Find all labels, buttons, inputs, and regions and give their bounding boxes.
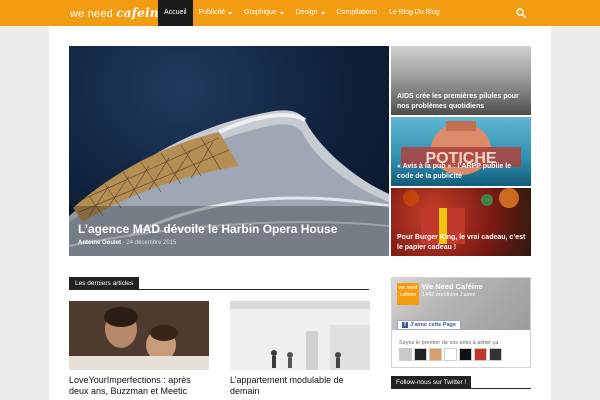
- nav-item-design[interactable]: Design: [290, 0, 331, 26]
- facebook-page-widget: we need cafeine We Need Caféine 1442 men…: [391, 277, 531, 368]
- top-navigation-bar: we need cafeine Accueil Publicité Graphi…: [0, 0, 600, 26]
- article-thumbnail[interactable]: [230, 301, 370, 370]
- hero-date: 24 décembre 2015: [126, 240, 177, 246]
- hero-title[interactable]: L’agence MAD dévoile le Harbin Opera Hou…: [78, 222, 337, 236]
- nav-item-le-blog-du-blog[interactable]: Le Blog Du Blog: [383, 0, 446, 26]
- side-article-tile[interactable]: POTICHE « Avis à la pub » : l’ARPP publi…: [391, 117, 531, 186]
- fan-avatar[interactable]: [444, 348, 457, 361]
- nav-item-label: Le Blog Du Blog: [389, 9, 440, 16]
- meta-separator: -: [122, 240, 125, 246]
- tile-title[interactable]: AIDS crée les premières pilules pour nos…: [397, 92, 527, 112]
- fan-avatar[interactable]: [474, 348, 487, 361]
- featured-article-hero[interactable]: L’agence MAD dévoile le Harbin Opera Hou…: [69, 46, 389, 256]
- twitter-widget-header: Follow-nous sur Twitter !: [391, 376, 531, 389]
- facebook-page-logo[interactable]: we need cafeine: [397, 283, 419, 305]
- nav-item-label: Graphique: [244, 9, 277, 16]
- nav-item-label: Design: [295, 9, 318, 16]
- facebook-fan-avatars: [399, 348, 502, 361]
- site-logo[interactable]: we need cafeine: [70, 6, 166, 20]
- couple-photo: [69, 301, 209, 370]
- facebook-page-name[interactable]: We Need Caféine: [422, 282, 483, 291]
- facebook-like-label: J'aime cette Page: [410, 321, 456, 328]
- facebook-icon: f: [402, 322, 408, 328]
- twitter-section-label: Follow-nous sur Twitter !: [391, 376, 472, 389]
- nav-item-compilations[interactable]: Compilations: [331, 0, 383, 26]
- search-icon[interactable]: [516, 8, 526, 18]
- tile-title[interactable]: « Avis à la pub » : l’ARPP publie le cod…: [397, 162, 527, 182]
- facebook-like-button[interactable]: f J'aime cette Page: [397, 320, 461, 330]
- nav-item-graphique[interactable]: Graphique: [238, 0, 290, 26]
- chevron-down-icon: [228, 11, 233, 15]
- nav-item-label: Accueil: [164, 9, 187, 16]
- article-title[interactable]: LoveYourImperfections : après deux ans, …: [69, 375, 209, 397]
- nav-item-accueil[interactable]: Accueil: [158, 0, 193, 26]
- side-article-tile[interactable]: AIDS crée les premières pilules pour nos…: [391, 46, 531, 115]
- apartment-photo: [230, 301, 370, 370]
- tile-title[interactable]: Pour Burger King, le vrai cadeau, c’est …: [397, 233, 527, 253]
- section-label: Les derniers articles: [69, 277, 140, 290]
- nav-item-label: Publicité: [198, 9, 226, 16]
- article-thumbnail[interactable]: [69, 301, 209, 370]
- fan-avatar[interactable]: [399, 348, 412, 361]
- latest-articles-header: Les derniers articles: [69, 277, 369, 290]
- nav-item-publicite[interactable]: Publicité: [193, 0, 238, 26]
- chevron-down-icon: [320, 11, 325, 15]
- nav-item-label: Compilations: [336, 9, 378, 16]
- facebook-friends-text: Soyez le premier de vos amis à aimer ça.: [399, 340, 500, 346]
- hero-meta: Antoine Goulet - 24 décembre 2015: [78, 240, 176, 246]
- article-title[interactable]: L’appartement modulable de demain: [230, 375, 370, 397]
- side-article-tile[interactable]: Pour Burger King, le vrai cadeau, c’est …: [391, 188, 531, 256]
- main-nav: Accueil Publicité Graphique Design Compi…: [158, 0, 446, 26]
- chevron-down-icon: [279, 11, 284, 15]
- logo-light-text: we need: [70, 8, 113, 20]
- fan-avatar[interactable]: [459, 348, 472, 361]
- fan-avatar[interactable]: [429, 348, 442, 361]
- fan-avatar[interactable]: [414, 348, 427, 361]
- facebook-cover: we need cafeine We Need Caféine 1442 men…: [392, 278, 530, 330]
- fan-avatar[interactable]: [489, 348, 502, 361]
- hero-author[interactable]: Antoine Goulet: [78, 240, 121, 246]
- facebook-like-count: 1442 mentions J’aime: [422, 292, 476, 298]
